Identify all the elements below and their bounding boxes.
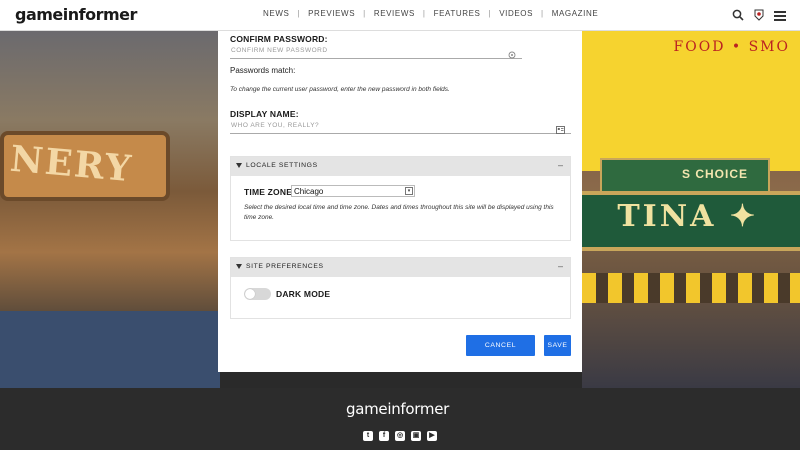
- confirm-password-label: CONFIRM PASSWORD:: [230, 34, 328, 44]
- nav-news[interactable]: NEWS: [263, 9, 289, 18]
- site-header: gameinformer NEWS | PREVIEWS | REVIEWS |…: [0, 0, 800, 31]
- expand-triangle-icon: [236, 264, 242, 269]
- time-zone-value: Chicago: [294, 187, 324, 196]
- twitter-icon[interactable]: t: [363, 431, 373, 441]
- eye-icon[interactable]: [508, 46, 516, 64]
- display-name-field[interactable]: WHO ARE YOU, REALLY?: [230, 120, 571, 134]
- toggle-knob: [245, 289, 255, 299]
- twitch-icon[interactable]: ▣: [411, 431, 421, 441]
- account-settings-panel: CONFIRM PASSWORD: CONFIRM NEW PASSWORD P…: [218, 31, 582, 372]
- scene-yellow-banner-text: FOOD • SMO: [673, 39, 790, 55]
- time-zone-hint: Select the desired local time and time z…: [244, 204, 554, 221]
- display-name-placeholder: WHO ARE YOU, REALLY?: [231, 122, 320, 129]
- header-icons: [732, 8, 786, 26]
- dark-mode-toggle[interactable]: [244, 288, 271, 300]
- site-preferences-section: SITE PREFERENCES – DARK MODE: [230, 257, 571, 319]
- scene-yellow-stripes: [582, 273, 800, 303]
- nav-separator: |: [488, 9, 492, 18]
- nav-separator: |: [541, 9, 544, 18]
- cancel-account-button[interactable]: CANCEL ACCOUNT: [466, 335, 535, 370]
- nav-reviews[interactable]: REVIEWS: [374, 9, 415, 18]
- nav-videos[interactable]: VIDEOS: [499, 9, 533, 18]
- nav-separator: |: [363, 9, 366, 18]
- nav-features[interactable]: FEATURES: [434, 9, 481, 18]
- dark-mode-label: DARK MODE: [276, 289, 331, 299]
- nav-separator: |: [297, 9, 301, 18]
- menu-icon[interactable]: [774, 8, 786, 26]
- id-card-icon[interactable]: [556, 121, 565, 139]
- locale-settings-header[interactable]: LOCALE SETTINGS –: [231, 157, 570, 176]
- instagram-icon[interactable]: ◎: [395, 431, 405, 441]
- password-hint: To change the current user password, ent…: [230, 86, 450, 93]
- facebook-icon[interactable]: f: [379, 431, 389, 441]
- display-name-label: DISPLAY NAME:: [230, 109, 299, 119]
- scene-green-sign-text: S CHOICE: [681, 167, 748, 181]
- youtube-icon[interactable]: ▶: [427, 431, 437, 441]
- locale-settings-section: LOCALE SETTINGS – TIME ZONE: Chicago ▾ S…: [230, 156, 571, 241]
- scene-blue-building: [0, 311, 220, 388]
- time-zone-label: TIME ZONE:: [244, 187, 296, 197]
- save-button[interactable]: SAVE: [544, 335, 571, 356]
- confirm-password-placeholder: CONFIRM NEW PASSWORD: [231, 47, 328, 54]
- site-footer: gameinformer t f ◎ ▣ ▶: [0, 388, 800, 450]
- nav-separator: |: [422, 9, 426, 18]
- nav-previews[interactable]: PREVIEWS: [308, 9, 355, 18]
- chevron-down-icon[interactable]: ▾: [405, 187, 413, 195]
- main-nav: NEWS | PREVIEWS | REVIEWS | FEATURES | V…: [263, 9, 598, 18]
- passwords-match-text: Passwords match:: [230, 66, 296, 75]
- collapse-icon[interactable]: –: [558, 261, 563, 271]
- search-icon[interactable]: [732, 8, 744, 26]
- site-logo[interactable]: gameinformer: [15, 5, 137, 24]
- footer-logo[interactable]: gameinformer: [346, 400, 449, 418]
- expand-triangle-icon: [236, 163, 242, 168]
- nav-magazine[interactable]: MAGAZINE: [552, 9, 599, 18]
- scene-tina-sign-text: TINA ✦: [617, 199, 758, 234]
- user-badge-icon[interactable]: [754, 8, 764, 26]
- collapse-icon[interactable]: –: [558, 160, 563, 170]
- time-zone-select[interactable]: Chicago ▾: [291, 185, 415, 197]
- site-preferences-title: SITE PREFERENCES: [246, 263, 324, 270]
- social-links: t f ◎ ▣ ▶: [363, 431, 437, 441]
- locale-settings-title: LOCALE SETTINGS: [246, 162, 318, 169]
- site-preferences-header[interactable]: SITE PREFERENCES –: [231, 258, 570, 277]
- confirm-password-field[interactable]: CONFIRM NEW PASSWORD: [230, 45, 522, 59]
